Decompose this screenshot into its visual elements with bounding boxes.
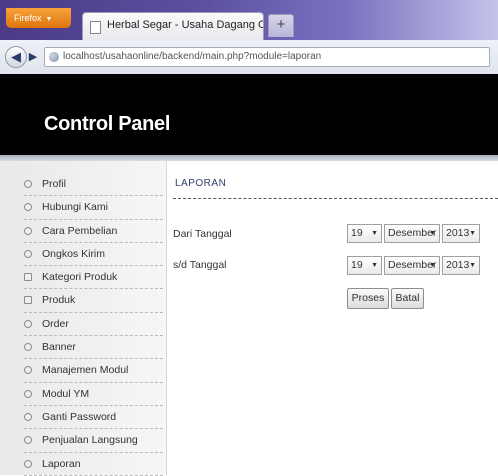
section-title: LAPORAN	[175, 178, 227, 189]
bullet-icon	[24, 226, 32, 235]
sidebar-item-label: Ganti Password	[42, 410, 117, 423]
to-month-select[interactable]: Desember ▼	[384, 256, 440, 275]
chevron-down-icon: ▼	[371, 230, 378, 237]
sidebar-item-penjualan-langsung[interactable]: Penjualan Langsung	[24, 429, 163, 453]
back-button[interactable]: ◀	[5, 46, 27, 68]
bullet-icon	[24, 412, 32, 421]
sidebar-item-label: Produk	[42, 294, 76, 307]
page-icon	[90, 21, 101, 34]
address-text: localhost/usahaonline/backend/main.php?m…	[63, 51, 322, 62]
sidebar-item-manajemen-modul[interactable]: Manajemen Modul	[24, 359, 163, 383]
arrow-left-icon: ◀	[11, 49, 21, 64]
from-month-select[interactable]: Desember ▼	[384, 224, 440, 243]
from-day-value: 19	[351, 227, 363, 239]
tab-title: Herbal Segar - Usaha Dagang Online	[107, 19, 263, 31]
sidebar-item-label: Order	[42, 317, 69, 330]
to-year-select[interactable]: 2013 ▼	[442, 256, 480, 275]
sidebar-item-label: Modul YM	[42, 387, 90, 400]
to-day-value: 19	[351, 259, 363, 271]
section-divider	[173, 198, 498, 199]
sidebar-item-label: Kategori Produk	[42, 271, 118, 284]
bullet-icon	[24, 343, 32, 352]
chevron-down-icon: ▼	[429, 262, 436, 269]
chevron-down-icon: ▼	[469, 230, 476, 237]
bullet-icon	[24, 296, 32, 305]
from-date-label: Dari Tanggal	[173, 228, 232, 240]
sidebar-item-label: Hubungi Kami	[42, 201, 108, 214]
proses-button[interactable]: Proses	[347, 288, 389, 309]
sidebar-item-order[interactable]: Order	[24, 313, 163, 337]
browser-tab[interactable]: Herbal Segar - Usaha Dagang Online	[82, 12, 264, 40]
sidebar-item-label: Penjualan Langsung	[42, 434, 138, 447]
batal-button[interactable]: Batal	[391, 288, 424, 309]
arrow-right-icon: ▶	[28, 51, 38, 63]
sidebar: Profil Hubungi Kami Cara Pembelian Ongko…	[0, 161, 167, 476]
sidebar-item-label: Manajemen Modul	[42, 364, 129, 377]
forward-button[interactable]: ▶	[25, 50, 41, 64]
bullet-icon	[24, 436, 32, 445]
sidebar-item-profil[interactable]: Profil	[24, 173, 163, 197]
sidebar-menu: Profil Hubungi Kami Cara Pembelian Ongko…	[0, 173, 166, 476]
bullet-icon	[24, 180, 32, 188]
sidebar-item-banner[interactable]: Banner	[24, 336, 163, 360]
sidebar-item-label: Laporan	[42, 457, 81, 470]
chevron-down-icon: ▼	[371, 262, 378, 269]
bullet-icon	[24, 273, 32, 282]
sidebar-item-kategori-produk[interactable]: Kategori Produk	[24, 266, 163, 290]
address-bar[interactable]: localhost/usahaonline/backend/main.php?m…	[44, 47, 490, 67]
sidebar-item-label: Cara Pembelian	[42, 224, 118, 237]
main-content: LAPORAN Dari Tanggal 19 ▼ Desember ▼ 2013 ▼…	[167, 161, 498, 475]
bullet-icon	[24, 459, 32, 468]
globe-icon	[49, 52, 59, 62]
page-title: Control Panel	[44, 113, 171, 135]
chevron-down-icon: ▼	[429, 230, 436, 237]
sidebar-item-modul-ym[interactable]: Modul YM	[24, 383, 163, 406]
sidebar-item-cara-pembelian[interactable]: Cara Pembelian	[24, 220, 163, 243]
browser-nav-bar: ◀ ▶ localhost/usahaonline/backend/main.p…	[0, 40, 498, 75]
plus-icon: +	[276, 16, 286, 33]
firefox-menu-label: Firefox	[14, 13, 42, 23]
browser-tab-bar: Firefox▼ Herbal Segar - Usaha Dagang Onl…	[0, 0, 498, 40]
sidebar-item-ganti-password[interactable]: Ganti Password	[24, 406, 163, 430]
new-tab-button[interactable]: +	[268, 14, 294, 37]
sidebar-item-laporan[interactable]: Laporan	[24, 453, 163, 476]
from-day-select[interactable]: 19 ▼	[347, 224, 382, 243]
sidebar-item-hubungi-kami[interactable]: Hubungi Kami	[24, 196, 163, 220]
sidebar-item-label: Ongkos Kirim	[42, 247, 106, 260]
bullet-icon	[24, 249, 32, 258]
to-year-value: 2013	[446, 259, 470, 271]
from-year-value: 2013	[446, 227, 470, 239]
back-forward-group: ◀ ▶	[5, 46, 45, 68]
chevron-down-icon: ▼	[45, 16, 53, 23]
sidebar-item-label: Banner	[42, 341, 76, 354]
bullet-icon	[24, 389, 32, 398]
to-day-select[interactable]: 19 ▼	[347, 256, 382, 275]
bullet-icon	[24, 366, 32, 375]
firefox-menu-button[interactable]: Firefox ▼	[6, 8, 71, 28]
from-year-select[interactable]: 2013 ▼	[442, 224, 480, 243]
bullet-icon	[24, 203, 32, 212]
chevron-down-icon: ▼	[469, 262, 476, 269]
to-date-label: s/d Tanggal	[173, 259, 227, 271]
sidebar-item-label: Profil	[42, 178, 66, 190]
sidebar-item-ongkos-kirim[interactable]: Ongkos Kirim	[24, 243, 163, 267]
sidebar-item-produk[interactable]: Produk	[24, 289, 163, 313]
bullet-icon	[24, 319, 32, 328]
